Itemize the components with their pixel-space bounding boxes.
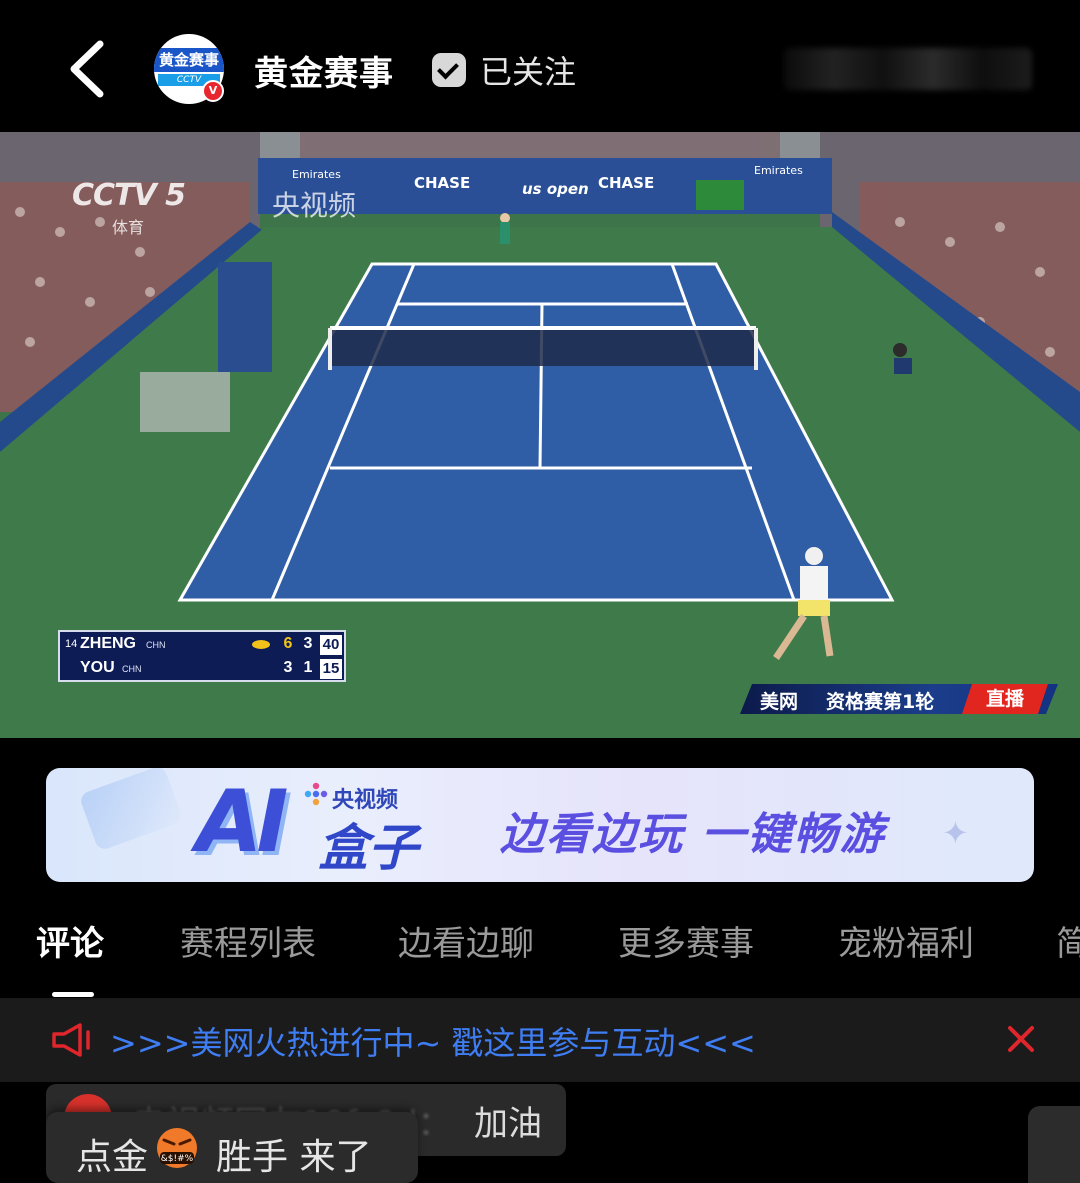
player2-set1: 3 [283, 659, 293, 676]
ad-board-emirates-right: Emirates [754, 164, 803, 177]
ai-box-ad-banner[interactable]: AI 央视频 盒子 边看边玩 一键畅游 ✦ [46, 768, 1034, 882]
cctv5-watermark: CCTV 5 [72, 178, 186, 213]
follow-button[interactable]: 已关注 [432, 50, 577, 91]
tab-schedule[interactable]: 赛程列表 [180, 916, 316, 965]
scoreboard-row-player1: 14 ZHENG CHN 6 3 40 [60, 633, 344, 657]
channel-name[interactable]: 黄金赛事 [254, 46, 394, 95]
player1-country: CHN [146, 640, 166, 650]
tab-more-events[interactable]: 更多赛事 [618, 916, 754, 965]
yangshipin-logo-icon [304, 782, 328, 806]
match-scoreboard: 14 ZHENG CHN 6 3 40 YOU CHN 3 1 15 [58, 630, 346, 682]
comment-text-prefix: 点金 [76, 1137, 149, 1178]
player1-seed: 14 [65, 638, 78, 650]
checkmark-icon [432, 53, 466, 87]
ad-board-chase-left: CHASE [414, 174, 471, 192]
content-tabs: 评论 赛程列表 边看边聊 更多赛事 宠粉福利 简 [0, 900, 1080, 997]
emoji-censor-text: &$!#% [161, 1154, 194, 1164]
player2-set2: 1 [303, 659, 313, 676]
angry-face-emoji-icon: &$!#% [157, 1128, 197, 1168]
ad-slogan: 边看边玩 一键畅游 [500, 809, 886, 860]
player1-name: ZHENG [80, 635, 136, 652]
scoreboard-row-player2: YOU CHN 3 1 15 [60, 657, 344, 681]
tab-watch-chat[interactable]: 边看边聊 [398, 916, 534, 965]
notice-text[interactable]: >>>美网火热进行中~ 戳这里参与互动<<< [110, 1018, 756, 1064]
comment-text: 加油 [474, 1104, 542, 1144]
close-icon[interactable] [1004, 1022, 1038, 1056]
player1-points: 40 [320, 635, 342, 655]
player2-name: YOU [80, 659, 115, 676]
follow-label: 已关注 [480, 53, 577, 91]
blurred-header-region [784, 48, 1032, 90]
yangshipin-watermark: 央视频 [272, 189, 357, 222]
comment-bubble: 点金 &$!#% 胜手 来了 [46, 1112, 418, 1183]
cctv5-watermark-sub: 体育 [112, 218, 145, 237]
back-arrow-icon[interactable] [60, 38, 112, 100]
megaphone-icon [52, 1023, 90, 1057]
tab-truncated[interactable]: 简 [1056, 916, 1080, 965]
tab-fan-benefits[interactable]: 宠粉福利 [838, 916, 974, 965]
event-name: 美网 [760, 691, 799, 713]
avatar-logo-text: 黄金赛事 [154, 48, 224, 72]
ad-ai-text: AI [196, 772, 289, 872]
top-bar: 黄金赛事 CCTV SPORTS V 黄金赛事 已关注 [0, 0, 1080, 132]
player1-set2: 3 [303, 635, 313, 652]
live-badge: 直播 [962, 684, 1048, 714]
verified-badge-icon: V [202, 80, 224, 102]
side-floating-card[interactable] [1028, 1106, 1080, 1183]
interaction-notice-bar[interactable]: >>>美网火热进行中~ 戳这里参与互动<<< [0, 998, 1080, 1082]
sparkle-icon: ✦ [942, 814, 969, 852]
ad-board-usopen: us open [522, 180, 589, 198]
ad-board-chase-right: CHASE [598, 174, 655, 192]
video-player[interactable]: CCTV 5 体育 央视频 Emirates CHASE us open CHA… [0, 132, 1080, 738]
decorative-cube-icon [78, 768, 184, 852]
ad-board-emirates-left: Emirates [292, 168, 341, 181]
player1-set1: 6 [283, 635, 293, 652]
tab-comments[interactable]: 评论 [36, 916, 104, 965]
player2-points: 15 [320, 659, 342, 679]
comment-text-suffix: 胜手 来了 [216, 1137, 372, 1178]
ad-product: 盒子 [318, 819, 418, 877]
event-round: 资格赛第1轮 [826, 691, 935, 713]
player2-country: CHN [122, 664, 142, 674]
serving-ball-icon [252, 640, 270, 649]
live-event-banner: 美网 资格赛第1轮 直播 [740, 684, 1058, 714]
active-tab-indicator [52, 992, 94, 997]
